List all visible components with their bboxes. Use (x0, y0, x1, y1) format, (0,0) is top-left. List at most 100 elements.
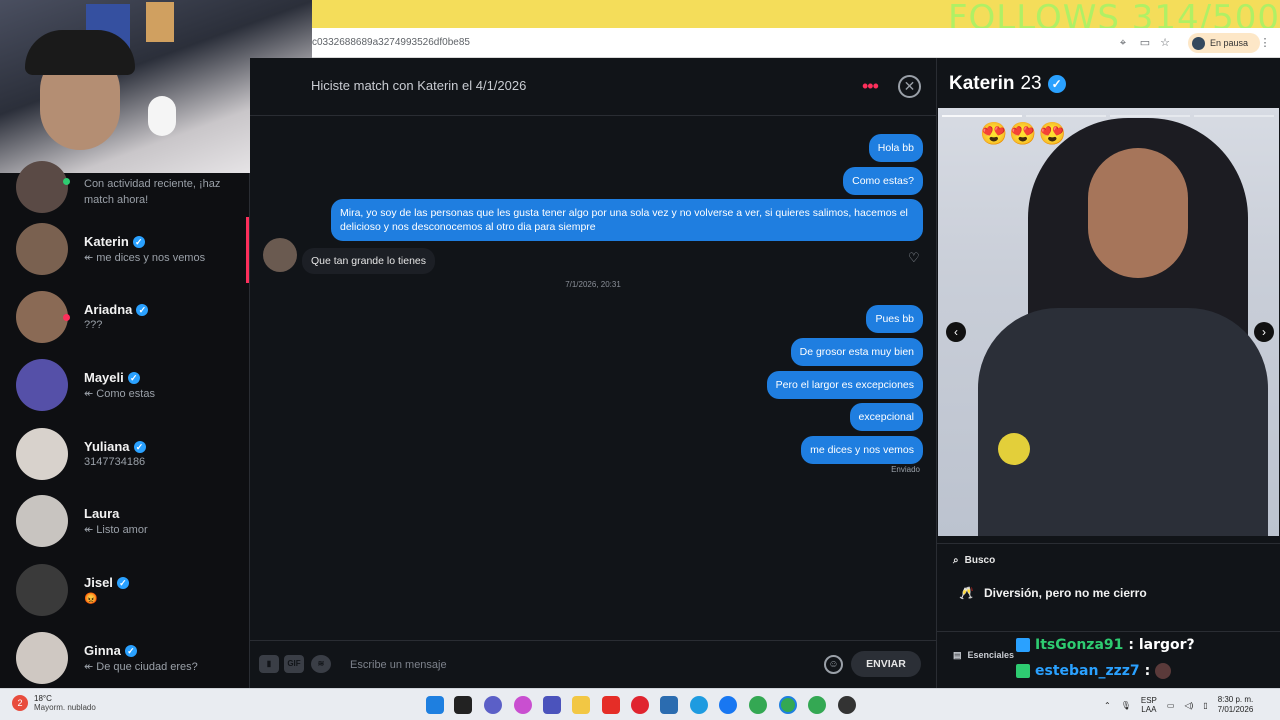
photo-progress-segment (1110, 115, 1190, 117)
copilot-icon[interactable] (514, 696, 532, 714)
clock[interactable]: 8:30 p. m. 7/01/2026 (1218, 695, 1254, 715)
avatar (1192, 36, 1205, 50)
search-icon: ⌕ (953, 555, 959, 566)
match-name: Jisel (84, 575, 113, 590)
profile-status: En pausa (1210, 38, 1249, 48)
profile-header: Katerin 23 ✓ (949, 73, 1066, 95)
wall-poster (146, 2, 174, 42)
chat-text: : (1144, 663, 1151, 679)
browser-tab-strip: FOLLOWS 314/500 (312, 0, 1280, 38)
chrome-icon[interactable] (749, 696, 767, 714)
matches-sidebar: Con actividad reciente, ¡haz match ahora… (0, 161, 250, 688)
page-title: Hiciste match con Katerin el 4/1/2026 (311, 78, 527, 93)
essentials-label: Esenciales (967, 650, 1015, 660)
opera-icon[interactable] (631, 696, 649, 714)
sent-status: Enviado (891, 465, 920, 474)
match-item-laura[interactable]: Laura ↞ Listo amor (0, 495, 250, 553)
toast-emoji: 🥂 (959, 586, 974, 600)
message-composer: ▮ GIF ≋ ☺ ENVIAR (250, 640, 936, 688)
emoji-icon[interactable]: ☺ (824, 655, 843, 674)
sticker-icon[interactable]: ▮ (259, 655, 279, 673)
match-name: Laura (84, 506, 120, 521)
store-icon[interactable] (660, 696, 678, 714)
edge-icon[interactable] (690, 696, 708, 714)
chat-username: esteban_zzz7 (1035, 663, 1140, 679)
close-icon[interactable]: ✕ (898, 75, 921, 98)
heart-icon[interactable]: ♡ (908, 250, 920, 266)
menu-icon[interactable]: ⋮ (1258, 36, 1272, 50)
message-bubble-incoming: Que tan grande lo tienes (302, 248, 435, 274)
avatar (16, 161, 68, 213)
profile-age: 23 (1020, 73, 1042, 94)
essentials-section: ▤ Esenciales (953, 650, 1014, 661)
more-options-button[interactable]: ••• (862, 76, 879, 97)
match-name: Yuliana (84, 439, 130, 454)
cast-icon[interactable]: ▭ (1138, 36, 1152, 50)
profile-name: Katerin (949, 73, 1015, 94)
list-item[interactable]: Con actividad reciente, ¡haz match ahora… (0, 161, 250, 215)
looking-for-value: 🥂 Diversión, pero no me cierro (959, 586, 1147, 600)
system-tray: ⌃ 🎙 ESP LAA ▭ ◁) ▯ 8:30 p. m. 7/01/2026 (1104, 695, 1253, 715)
location-icon[interactable]: ⌖ (1116, 36, 1130, 50)
message-bubble: excepcional (849, 403, 923, 431)
battery-icon[interactable]: ▯ (1203, 701, 1207, 710)
match-item-ginna[interactable]: Ginna ✓ ↞ De que ciudad eres? (0, 632, 250, 688)
message-bubble: Pero el largor es excepciones (766, 371, 923, 399)
chat-panel: Hiciste match con Katerin el 4/1/2026 ••… (250, 58, 936, 688)
unread-dot (63, 314, 70, 321)
chat-emote-icon (1155, 663, 1172, 679)
task-view-icon[interactable] (454, 696, 472, 714)
avatar (263, 238, 297, 272)
verified-icon: ✓ (124, 644, 137, 657)
address-bar[interactable]: c0332688689a3274993526df0be85 ⌖ ▭ ☆ En p… (312, 28, 1280, 58)
gif-button[interactable]: GIF (284, 655, 304, 673)
match-item-mayeli[interactable]: Mayeli ✓ ↞ Como estas (0, 359, 250, 417)
teams-icon[interactable] (543, 696, 561, 714)
chevron-up-icon[interactable]: ⌃ (1104, 701, 1111, 710)
weather-widget[interactable]: 2 18°C Mayorm. nublado (12, 694, 96, 712)
chat-app-icon[interactable] (484, 696, 502, 714)
divider (937, 543, 1280, 544)
chrome-profile-icon[interactable] (808, 696, 826, 714)
network-icon[interactable]: ▭ (1167, 701, 1175, 710)
match-item-yuliana[interactable]: Yuliana ✓ 3147734186 (0, 428, 250, 486)
windows-start-icon[interactable] (426, 696, 444, 714)
url-text[interactable]: c0332688689a3274993526df0be85 (312, 37, 470, 48)
match-last-message: ↞ De que ciudad eres? (84, 661, 198, 673)
profile-pill[interactable]: En pausa (1188, 33, 1260, 53)
message-bubble: Como estas? (843, 167, 923, 195)
obs-icon[interactable] (838, 696, 856, 714)
star-icon[interactable]: ☆ (1158, 36, 1172, 50)
send-button[interactable]: ENVIAR (851, 651, 921, 677)
message-input[interactable] (350, 653, 810, 677)
avatar (16, 223, 68, 275)
message-bubble: me dices y nos vemos (801, 436, 923, 464)
looking-for-label: ⌕ Busco (953, 555, 995, 566)
match-item-katerin[interactable]: Katerin ✓ ↞ me dices y nos vemos (0, 223, 250, 281)
stream-chat-line: ItsGonza91 : largor? (1016, 632, 1266, 658)
weather-temp: 18°C (34, 694, 52, 703)
chevron-right-icon[interactable]: › (1254, 322, 1274, 342)
verified-icon: ✓ (116, 576, 129, 589)
avatar (16, 428, 68, 480)
file-explorer-icon[interactable] (572, 696, 590, 714)
avatar (16, 359, 68, 411)
match-last-message: 😡 (84, 593, 98, 605)
verified-icon: ✓ (1047, 75, 1066, 93)
youtube-icon[interactable] (602, 696, 620, 714)
spotify-icon[interactable]: ≋ (311, 655, 331, 673)
microphone-icon[interactable]: 🎙 (1121, 701, 1131, 710)
chrome-active-icon[interactable] (779, 696, 797, 714)
chevron-left-icon[interactable]: ‹ (946, 322, 966, 342)
facebook-icon[interactable] (719, 696, 737, 714)
volume-icon[interactable]: ◁) (1184, 701, 1193, 710)
message-bubble: Pues bb (866, 305, 923, 333)
stream-chat-overlay: ItsGonza91 : largor? esteban_zzz7 : (1016, 632, 1266, 684)
match-item-ariadna[interactable]: Ariadna ✓ ??? (0, 291, 250, 349)
language-indicator[interactable]: ESP LAA (1141, 696, 1157, 714)
match-item-jisel[interactable]: Jisel ✓ 😡 (0, 564, 250, 622)
date-divider: 7/1/2026, 20:31 (565, 280, 621, 289)
verified-icon: ✓ (136, 303, 149, 316)
avatar (16, 291, 68, 343)
profile-photo[interactable]: 😍😍😍 ‹ › (938, 108, 1279, 536)
